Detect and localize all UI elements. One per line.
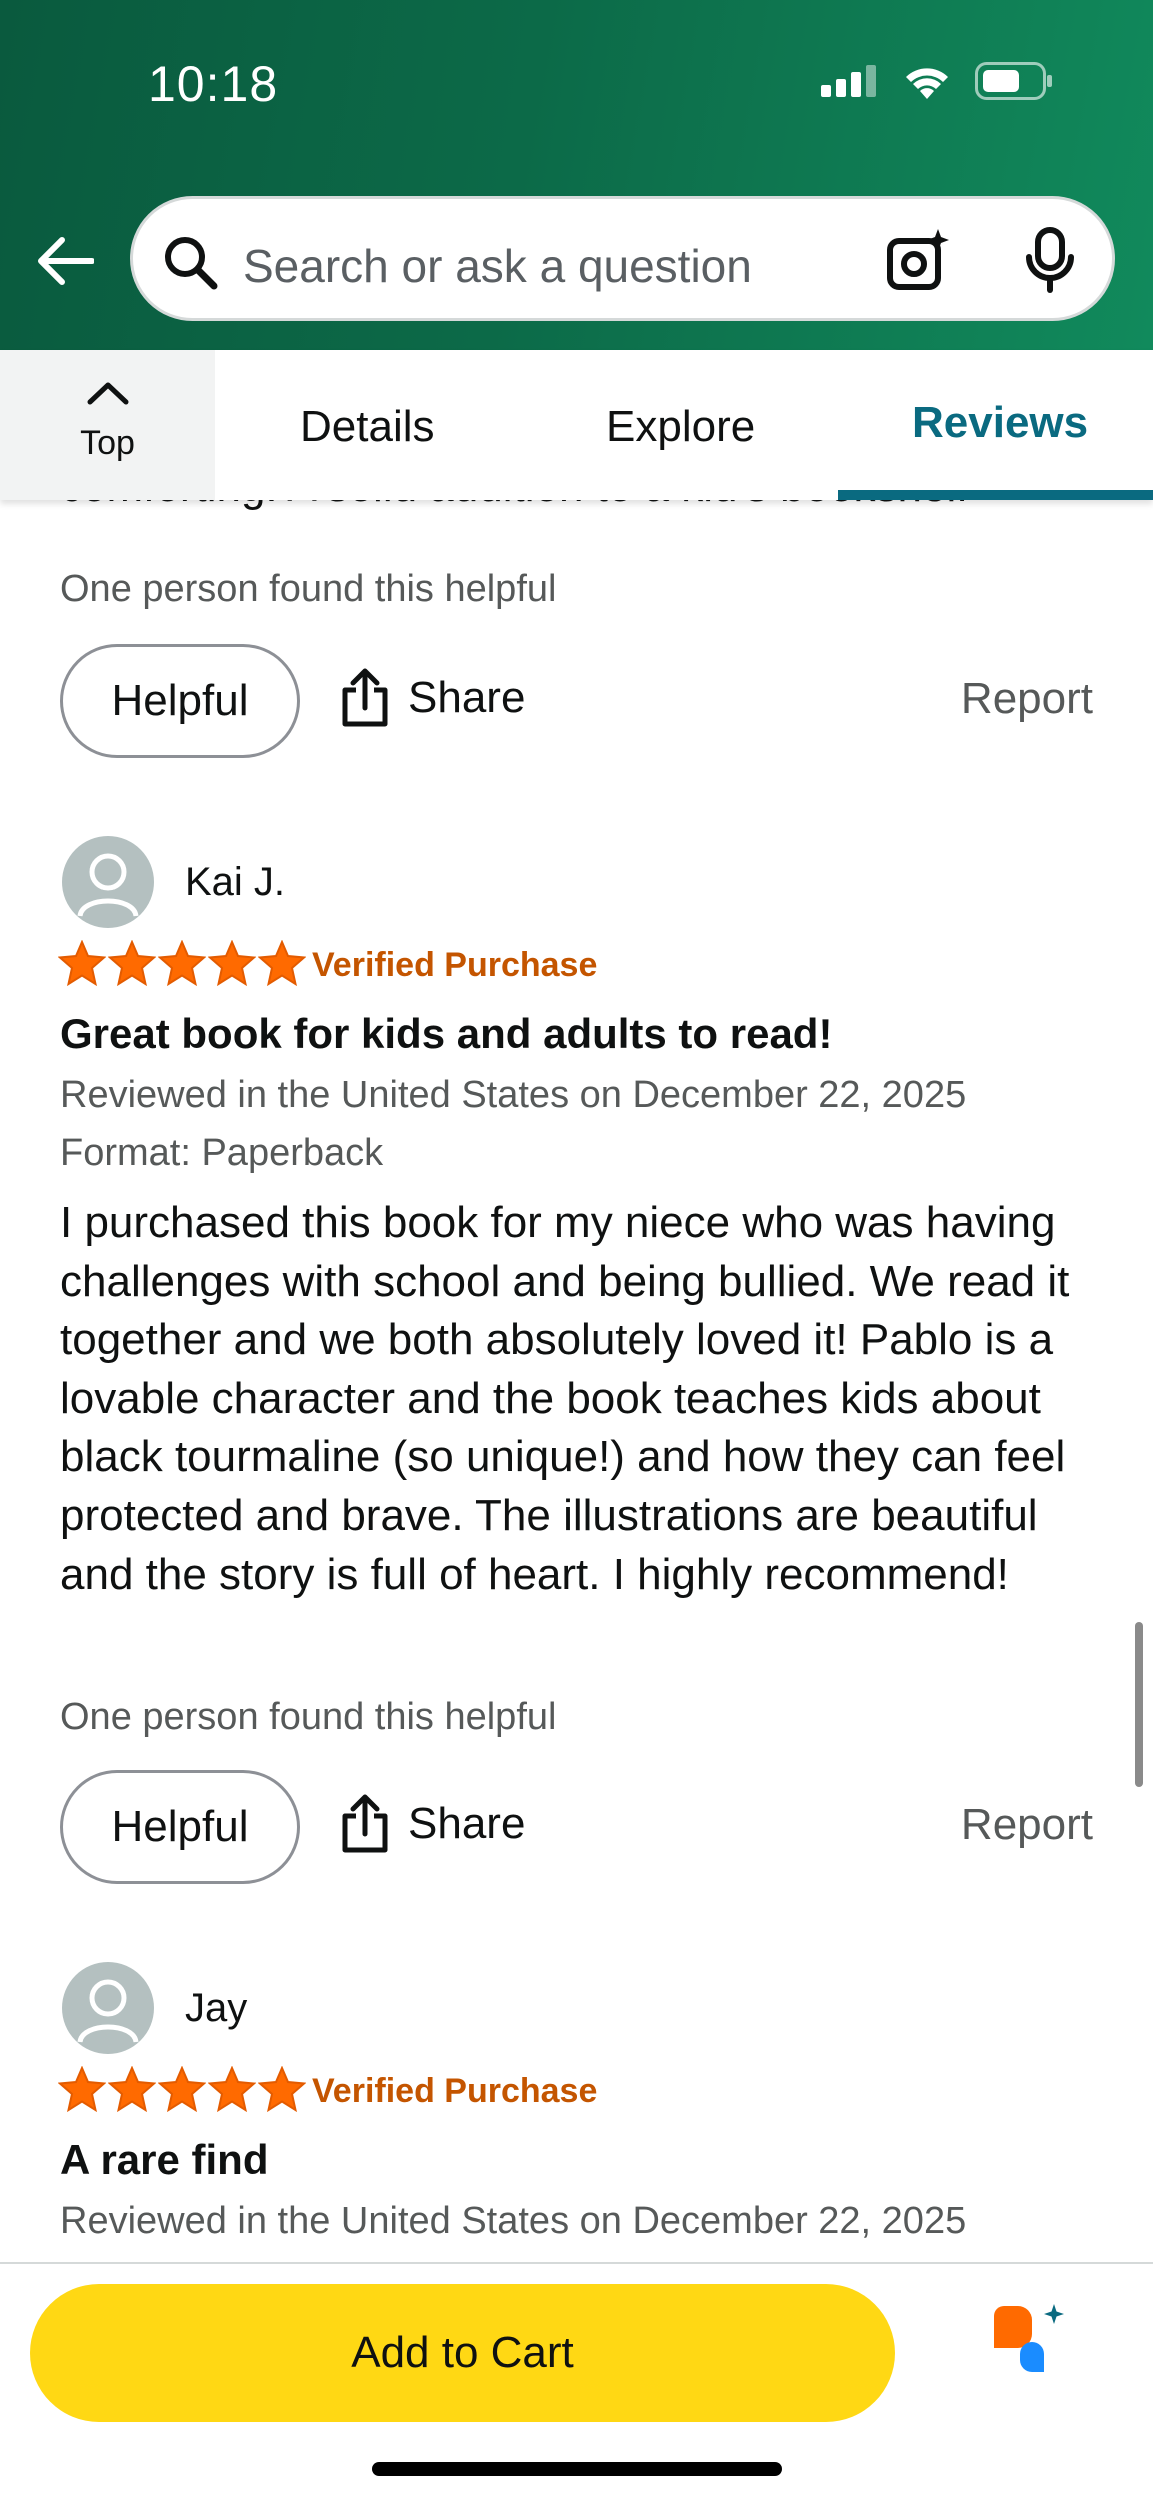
review-body-partial: comforting. A solid addition to a kid's … <box>60 500 969 512</box>
helpful-count: One person found this helpful <box>60 568 557 610</box>
star-icon <box>108 940 156 986</box>
review-date: Reviewed in the United States on Decembe… <box>60 1074 967 1116</box>
status-time: 10:18 <box>148 56 279 112</box>
tab-top-label: Top <box>80 424 135 462</box>
search-bar[interactable]: Search or ask a question <box>130 196 1115 321</box>
section-tabs: Top Details Explore Reviews <box>0 350 1153 500</box>
star-icon <box>58 2066 106 2112</box>
star-rating <box>58 940 306 986</box>
star-icon <box>158 2066 206 2112</box>
star-icon <box>208 940 256 986</box>
wifi-icon <box>906 68 948 99</box>
reviews-list: comforting. A solid addition to a kid's … <box>0 500 1153 2262</box>
share-button[interactable]: Share <box>340 1794 525 1854</box>
reviewer-name[interactable]: Kai J. <box>185 860 285 905</box>
review-title: Great book for kids and adults to read! <box>60 1010 833 1057</box>
tab-details[interactable]: Details <box>300 402 435 452</box>
add-to-cart-button[interactable]: Add to Cart <box>30 2284 895 2422</box>
share-button[interactable]: Share <box>340 668 525 728</box>
avatar-icon <box>77 1979 139 2043</box>
scrollbar[interactable] <box>1135 1622 1143 1787</box>
share-icon <box>342 1794 388 1853</box>
tab-top[interactable]: Top <box>0 350 215 500</box>
verified-purchase-badge: Verified Purchase <box>312 2072 598 2110</box>
search-icon <box>165 237 218 290</box>
star-icon <box>208 2066 256 2112</box>
helpful-button[interactable]: Helpful <box>60 1770 300 1884</box>
share-label: Share <box>408 673 526 722</box>
report-link[interactable]: Report <box>961 1800 1093 1850</box>
helpful-button[interactable]: Helpful <box>60 644 300 758</box>
avatar <box>62 1962 154 2054</box>
search-input[interactable]: Search or ask a question <box>243 239 752 293</box>
star-rating <box>58 2066 306 2112</box>
signal-icon <box>821 65 876 97</box>
battery-icon <box>975 62 1052 100</box>
star-icon <box>158 940 206 986</box>
review-body: I purchased this book for my niece who w… <box>60 1198 1070 1599</box>
review-date: Reviewed in the United States on Decembe… <box>60 2200 967 2242</box>
camera-icon[interactable] <box>886 227 952 293</box>
reviewer-name[interactable]: Jay <box>185 1986 247 2031</box>
rufus-icon[interactable] <box>990 2304 1070 2374</box>
share-label: Share <box>408 1799 526 1848</box>
avatar-icon <box>77 853 139 917</box>
verified-purchase-badge: Verified Purchase <box>312 946 598 984</box>
app-header: 10:18 Search or ask a question <box>0 0 1153 350</box>
tab-active-indicator <box>838 490 1153 500</box>
share-icon <box>342 668 388 727</box>
review-title: A rare find <box>60 2136 269 2183</box>
star-icon <box>58 940 106 986</box>
back-arrow-icon <box>38 237 94 285</box>
helpful-count: One person found this helpful <box>60 1696 557 1738</box>
star-icon <box>258 940 306 986</box>
home-indicator <box>372 2462 782 2476</box>
star-icon <box>108 2066 156 2112</box>
tab-explore[interactable]: Explore <box>606 402 755 452</box>
mic-icon[interactable] <box>1024 227 1076 293</box>
report-link[interactable]: Report <box>961 674 1093 724</box>
star-icon <box>258 2066 306 2112</box>
tab-reviews[interactable]: Reviews <box>912 398 1088 448</box>
status-icons <box>821 62 1053 100</box>
avatar <box>62 836 154 928</box>
back-button[interactable] <box>30 226 100 296</box>
review-format: Format: Paperback <box>60 1132 384 1174</box>
chevron-up-icon <box>87 382 129 405</box>
